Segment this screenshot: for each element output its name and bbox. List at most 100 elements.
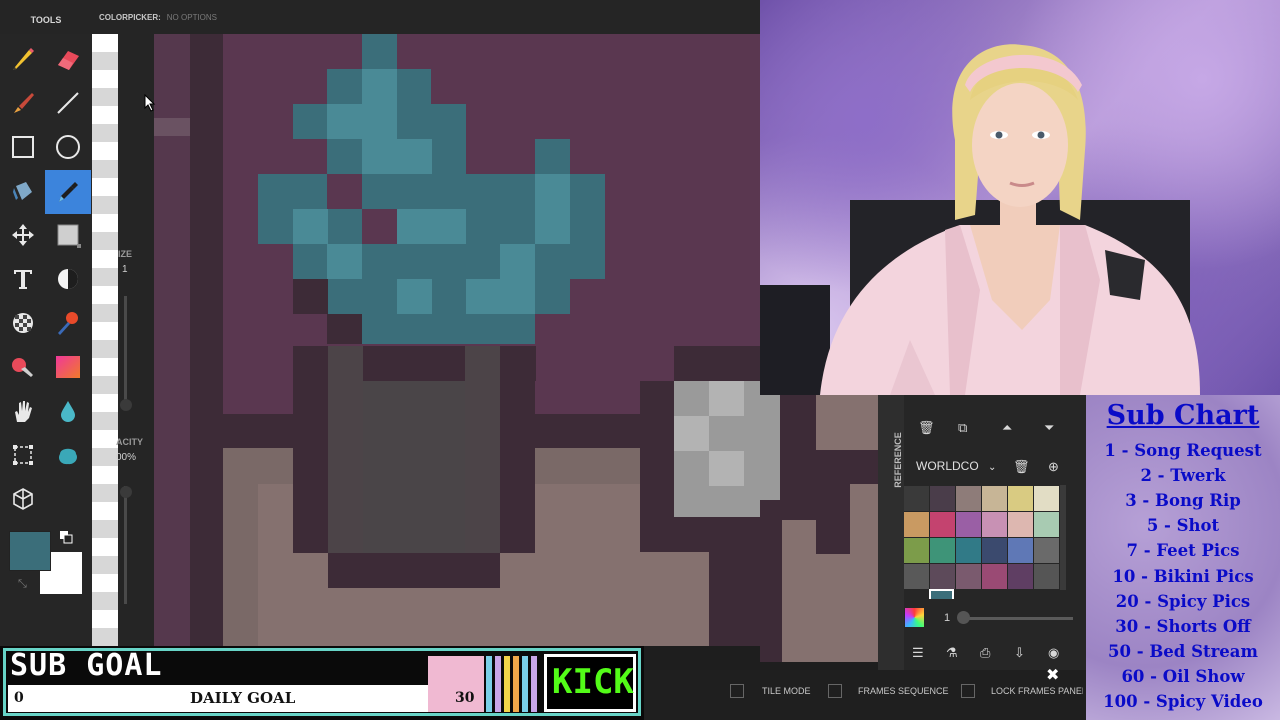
- move-icon[interactable]: [2, 214, 44, 256]
- brush-icon[interactable]: [2, 82, 44, 124]
- palette-swatch[interactable]: [982, 486, 1007, 511]
- import-icon[interactable]: ⇩: [1014, 645, 1025, 661]
- dither-icon[interactable]: [47, 258, 89, 300]
- palette-swatch[interactable]: [982, 512, 1007, 537]
- pixel-art: [154, 34, 760, 646]
- palette-swatch[interactable]: [956, 512, 981, 537]
- sub-chart-item: 20 - Spicy Pics: [1115, 591, 1251, 611]
- frame-slider-knob[interactable]: [957, 611, 970, 624]
- palette-swatch[interactable]: [1034, 486, 1059, 511]
- tool-option-value: NO OPTIONS: [166, 13, 218, 22]
- duplicate-icon[interactable]: ⧉: [958, 420, 967, 436]
- sub-chart-title: Sub Chart: [1106, 400, 1260, 431]
- palette-swatch[interactable]: [956, 564, 981, 589]
- selection-rect-icon[interactable]: [47, 214, 89, 256]
- sub-chart-item: 30 - Shorts Off: [1115, 616, 1251, 636]
- palette-swatch[interactable]: [930, 538, 955, 563]
- checker-icon[interactable]: [2, 302, 44, 344]
- palette-swatch[interactable]: [904, 512, 929, 537]
- tile-mode-label: TILE MODE: [762, 686, 811, 696]
- rectangle-icon[interactable]: [2, 126, 44, 168]
- pixel-canvas[interactable]: [154, 34, 760, 646]
- add-palette-icon[interactable]: ⊕: [1048, 459, 1059, 475]
- palette-swatch[interactable]: [1034, 538, 1059, 563]
- droplet-icon[interactable]: [47, 390, 89, 432]
- chevron-down-icon[interactable]: ⌄: [988, 462, 996, 473]
- frames-sequence-label: FRAMES SEQUENCE: [858, 686, 949, 696]
- size-label: IZE: [118, 249, 133, 259]
- list-icon[interactable]: ☰: [912, 645, 924, 661]
- size-slider-track[interactable]: [124, 296, 127, 406]
- stripe: [486, 656, 492, 712]
- move-up-icon[interactable]: ⏶: [1002, 420, 1012, 436]
- selected-swatch[interactable]: [929, 589, 954, 599]
- frame-count: 1: [944, 612, 951, 624]
- stamp-icon[interactable]: [47, 302, 89, 344]
- palette-swatch[interactable]: [1008, 564, 1033, 589]
- pencil-icon[interactable]: [2, 38, 44, 80]
- palette-swatch[interactable]: [1034, 512, 1059, 537]
- palette-scrollbar[interactable]: [1060, 485, 1066, 590]
- blob-icon[interactable]: [47, 434, 89, 476]
- sub-chart: Sub Chart 1 - Song Request 2 - Twerk 3 - B…: [1086, 395, 1280, 720]
- palette-swatch[interactable]: [956, 538, 981, 563]
- tools-title: TOOLS: [30, 15, 62, 25]
- line-icon[interactable]: [47, 82, 89, 124]
- frame-slider-track[interactable]: [960, 617, 1073, 620]
- opacity-slider-track[interactable]: [124, 486, 127, 604]
- frames-sequence-checkbox[interactable]: [828, 684, 842, 698]
- eraser-icon[interactable]: [47, 38, 89, 80]
- palette-swatch[interactable]: [982, 564, 1007, 589]
- size-value: 1: [122, 264, 128, 275]
- webcam-feed: [760, 0, 1280, 395]
- sub-goal-label: DAILY GOAL: [190, 689, 296, 707]
- opacity-value: 00%: [116, 452, 137, 463]
- lock-frames-checkbox[interactable]: [961, 684, 975, 698]
- close-icon[interactable]: ✖: [1046, 665, 1059, 685]
- ellipse-icon[interactable]: [47, 126, 89, 168]
- swap-colors-icon[interactable]: [59, 530, 73, 544]
- tile-mode-checkbox[interactable]: [730, 684, 744, 698]
- streamer-figure: [760, 44, 1200, 395]
- palette-swatch[interactable]: [1008, 538, 1033, 563]
- gradient-icon[interactable]: [47, 346, 89, 388]
- color-picker-icon[interactable]: [45, 170, 91, 214]
- reference-tab-label: REFERENCE: [893, 432, 903, 488]
- palette-swatch[interactable]: [904, 564, 929, 589]
- pixel-canvas-edge[interactable]: [760, 360, 878, 662]
- palette-swatch[interactable]: [1008, 486, 1033, 511]
- cube-icon[interactable]: [2, 478, 44, 520]
- palette-swatch[interactable]: [904, 486, 929, 511]
- hand-icon[interactable]: [2, 390, 44, 432]
- reset-colors-icon[interactable]: ⤡: [18, 578, 27, 591]
- tool-options-bar: COLORPICKER: NO OPTIONS: [99, 13, 217, 22]
- palette-swatch[interactable]: [930, 564, 955, 589]
- move-down-icon[interactable]: ⏷: [1044, 420, 1054, 436]
- size-slider-knob[interactable]: [120, 399, 132, 411]
- sub-chart-item: 60 - Oil Show: [1121, 666, 1245, 686]
- export-icon[interactable]: ⎙: [980, 645, 990, 661]
- target-icon[interactable]: ◉: [1048, 645, 1059, 661]
- palette-swatch[interactable]: [930, 512, 955, 537]
- palette-swatch[interactable]: [904, 538, 929, 563]
- palette-swatch[interactable]: [930, 486, 955, 511]
- stripe: [513, 656, 519, 712]
- delete-palette-icon[interactable]: 🗑︎: [1013, 459, 1030, 475]
- text-icon[interactable]: [2, 258, 44, 300]
- crop-icon[interactable]: [2, 434, 44, 476]
- opacity-slider-knob[interactable]: [120, 486, 132, 498]
- flask-icon[interactable]: ⚗︎: [946, 645, 958, 661]
- palette-swatch[interactable]: [982, 538, 1007, 563]
- stripe: [531, 656, 537, 712]
- palette-name[interactable]: WORLDCO ⌄: [916, 459, 996, 473]
- primary-color-swatch[interactable]: [9, 531, 51, 571]
- paint-icon[interactable]: [2, 346, 44, 388]
- fill-bucket-icon[interactable]: [2, 170, 44, 212]
- stream-overlay: TOOLS COLORPICKER: NO OPTIONS ⤡ IZE 1 AC…: [0, 0, 1280, 720]
- pixel-art-edge: [760, 360, 878, 662]
- color-wheel-icon[interactable]: [905, 608, 924, 627]
- trash-icon[interactable]: 🗑︎: [918, 420, 935, 436]
- palette-swatch[interactable]: [1008, 512, 1033, 537]
- palette-swatch[interactable]: [956, 486, 981, 511]
- palette-swatch[interactable]: [1034, 564, 1059, 589]
